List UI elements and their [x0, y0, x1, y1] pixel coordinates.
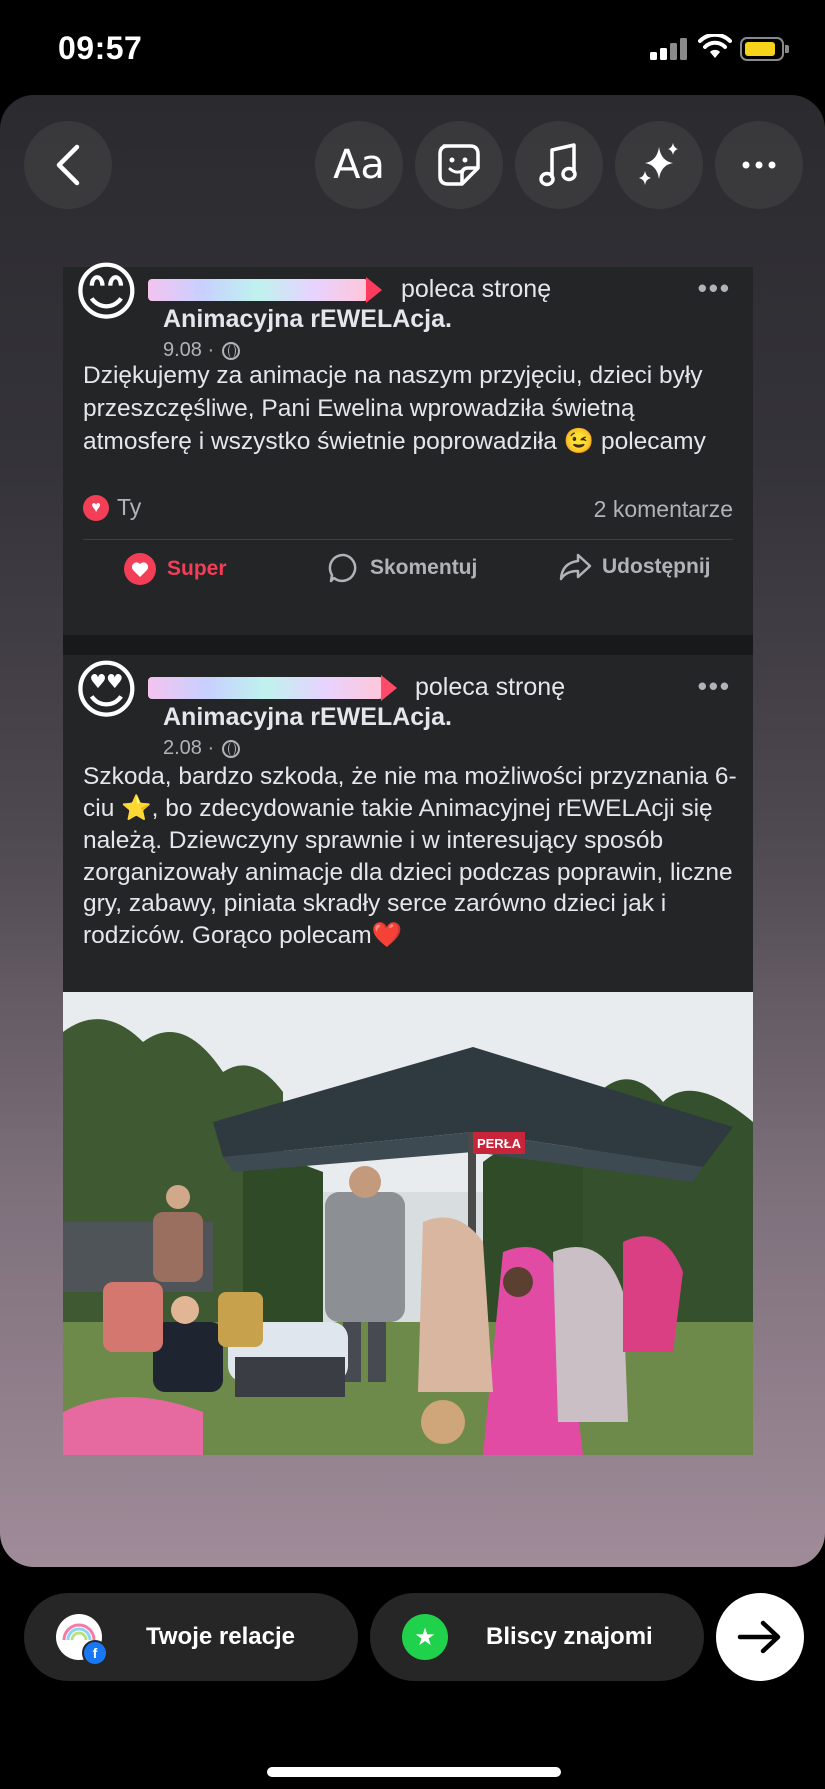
effects-button[interactable]	[615, 121, 703, 209]
post-verb: poleca stronę	[415, 673, 566, 701]
back-chevron-icon	[56, 144, 80, 186]
post-date: 2.08 ·	[163, 737, 215, 759]
avatar: f	[56, 1614, 108, 1666]
comment-button[interactable]: Skomentuj	[328, 552, 477, 584]
post-options-icon[interactable]: •••	[698, 671, 731, 702]
comment-label: Skomentuj	[370, 556, 478, 579]
emoji-sticker: 😍	[73, 654, 140, 728]
next-arrow-button[interactable]	[716, 1593, 804, 1681]
battery-icon	[740, 37, 789, 61]
share-label: Udostępnij	[602, 555, 711, 578]
close-friends-button[interactable]: ★ Bliscy znajomi	[370, 1593, 704, 1681]
post-card[interactable]: 😍 poleca stronę Animacyjna rEWELAcja. 2.…	[63, 655, 753, 992]
text-tool-button[interactable]: Aa	[315, 121, 403, 209]
post-photo[interactable]: PERŁA	[63, 992, 753, 1455]
post-body: Dziękujemy za animacje na naszym przyjęc…	[83, 362, 706, 456]
redacted-name	[148, 277, 382, 303]
sticker-button[interactable]	[415, 121, 503, 209]
effects-sparkle-icon	[639, 143, 678, 185]
share-bar: f Twoje relacje ★ Bliscy znajomi	[0, 1567, 825, 1789]
post-meta: 2.08 ·	[163, 737, 241, 760]
post-body: Szkoda, bardzo szkoda, że nie ma możliwo…	[83, 763, 737, 950]
reactions-summary[interactable]: ♥ Ty	[83, 494, 141, 521]
page-name-link[interactable]: Animacyjna rEWELAcja.	[163, 305, 452, 334]
redacted-name	[148, 675, 397, 701]
umbrella-brand: PERŁA	[477, 1136, 522, 1151]
post-options-icon[interactable]: •••	[698, 273, 731, 304]
arrow-right-icon	[737, 1620, 781, 1654]
share-arrow-icon	[559, 553, 592, 581]
reaction-by: Ty	[117, 494, 142, 520]
facebook-badge-icon: f	[82, 1640, 108, 1666]
page-name-link[interactable]: Animacyjna rEWELAcja.	[163, 703, 452, 732]
story-canvas: Aa 😊 poleca stronę Animacyjna rEWELAcja.	[0, 95, 825, 1567]
super-reaction-button[interactable]: Super	[123, 552, 227, 586]
love-icon	[124, 553, 156, 585]
home-indicator[interactable]	[267, 1767, 561, 1777]
more-button[interactable]	[715, 121, 803, 209]
comment-bubble-icon	[328, 553, 357, 583]
divider	[83, 539, 733, 540]
cellular-signal-icon	[650, 38, 687, 60]
love-reaction-icon: ♥	[83, 494, 109, 521]
close-friends-star-icon: ★	[402, 1614, 448, 1660]
your-story-label: Twoje relacje	[146, 1623, 295, 1650]
more-icon	[742, 161, 776, 169]
super-label: Super	[167, 557, 227, 580]
globe-icon	[222, 341, 241, 360]
status-bar: 09:57	[0, 0, 825, 95]
post-card[interactable]: 😊 poleca stronę Animacyjna rEWELAcja. 9.…	[63, 261, 753, 635]
sticker-icon	[438, 144, 480, 186]
your-story-button[interactable]: f Twoje relacje	[24, 1593, 358, 1681]
music-button[interactable]	[515, 121, 603, 209]
wifi-icon	[698, 34, 732, 58]
comments-count[interactable]: 2 komentarze	[594, 496, 733, 523]
text-tool-label: Aa	[333, 142, 385, 188]
music-icon	[539, 143, 577, 187]
clock: 09:57	[58, 30, 143, 66]
close-friends-label: Bliscy znajomi	[486, 1623, 653, 1650]
post-verb: poleca stronę	[401, 275, 552, 303]
back-button[interactable]	[24, 121, 112, 209]
share-button[interactable]: Udostępnij	[558, 552, 711, 582]
globe-icon	[222, 739, 241, 758]
emoji-sticker: 😊	[73, 256, 140, 330]
post-separator	[63, 635, 753, 655]
